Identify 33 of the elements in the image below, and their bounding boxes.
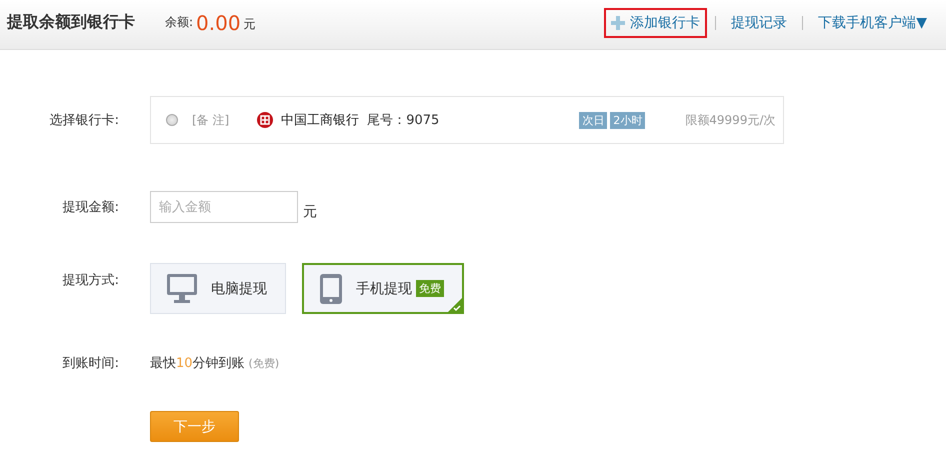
bank-name: 中国工商银行 [281,112,360,129]
field-label: 提现金额: [62,199,120,216]
note-link[interactable]: [备 注] [192,112,230,128]
phone-icon [320,274,342,304]
free-badge: 免费 [416,280,444,297]
radio-button[interactable] [166,114,178,126]
balance-label: 余额: [165,14,194,31]
field-label: 提现方式: [62,272,120,289]
header-link[interactable]: 下载手机客户端▼ [811,8,934,38]
method-label: 手机提现 [356,280,412,298]
plus-icon [611,16,626,30]
arrival-time-text: 最快10分钟到账 [150,355,245,372]
arrival-tag: 次日 [579,112,608,128]
field-label: 到账时间: [62,355,120,372]
field-label: 选择银行卡: [48,112,120,129]
arrival-tag: 2小时 [610,112,646,128]
limit-text: 限额49999元/次 [685,112,776,128]
amount-input[interactable]: 输入金额 [150,191,298,223]
balance-unit: 元 [244,16,256,33]
monitor-icon [167,274,197,304]
page-title: 提取余额到银行卡 [7,12,135,33]
balance-amount: 0.00 [196,10,241,34]
card-tail-number: 尾号：9075 [367,112,440,129]
header-link[interactable]: 提现记录 [724,8,794,38]
unit-label: 元 [303,203,317,221]
method-option[interactable]: 电脑提现 [150,263,286,314]
check-corner-icon [448,298,462,312]
bank-card-option[interactable]: [备 注] 中国工商银行 尾号：9075 次日 2小时 限额49999元/次 [150,96,784,144]
method-option[interactable]: 手机提现 免费 [302,263,464,314]
header-link[interactable]: 添加银行卡 [604,8,708,38]
fee-note: (免费) [248,356,280,370]
bank-logo-icon [257,112,274,128]
method-label: 电脑提现 [211,280,267,298]
